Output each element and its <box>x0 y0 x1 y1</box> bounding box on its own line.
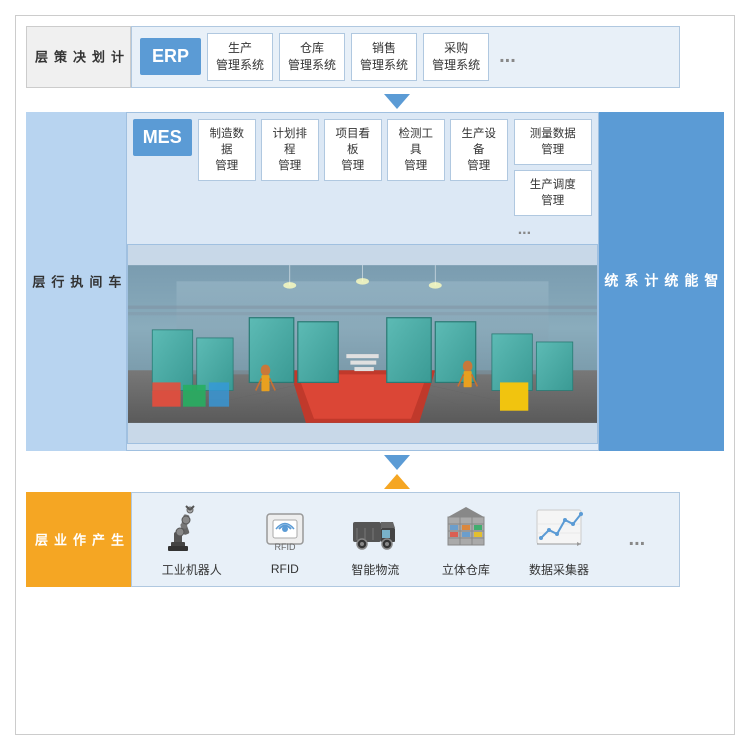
down-arrow-blue2 <box>384 455 410 470</box>
warehouse-label: 立体仓库 <box>442 561 490 578</box>
mes-module-3: 项目看板管理 <box>324 119 382 181</box>
production-dots: ... <box>625 528 650 551</box>
mes-module-5: 生产设备管理 <box>450 119 508 181</box>
datacollector-item: 数据采集器 <box>529 501 589 578</box>
plan-layer-row: 计划决策层 ERP 生产管理系统 仓库管理系统 销售管理系统 采购管理系统 ..… <box>26 26 724 88</box>
down-arrow-blue <box>384 94 410 109</box>
truck-label: 智能物流 <box>351 561 399 578</box>
erp-mes-arrow <box>26 94 724 109</box>
plan-layer-label: 计划决策层 <box>26 26 131 88</box>
mes-right-modules: 测量数据管理 生产调度管理 ... <box>514 119 592 239</box>
truck-item: 智能物流 <box>348 501 403 578</box>
truck-icon <box>348 501 403 556</box>
factory-svg <box>128 245 597 443</box>
warehouse-item: 立体仓库 <box>438 501 493 578</box>
main-container: 计划决策层 ERP 生产管理系统 仓库管理系统 销售管理系统 采购管理系统 ..… <box>15 15 735 735</box>
workshop-label: 车间执行层 <box>26 112 126 451</box>
mes-module-1: 制造数据管理 <box>198 119 256 181</box>
mes-right-module-2: 生产调度管理 <box>514 170 592 216</box>
right-spacer-bottom <box>680 492 724 587</box>
mes-module-4: 检测工具管理 <box>387 119 445 181</box>
right-spacer-top <box>680 26 724 88</box>
erp-module-3: 销售管理系统 <box>351 33 417 81</box>
mes-module-2: 计划排程管理 <box>261 119 319 181</box>
smart-stats-label: 智能统计系统 <box>599 112 724 451</box>
erp-module-2: 仓库管理系统 <box>279 33 345 81</box>
production-layer-row: 生产作业层 <box>26 492 724 587</box>
mes-top: MES 制造数据管理 计划排程管理 项目看板管理 检测工具管理 生产设备管理 测… <box>133 119 592 239</box>
erp-label: ERP <box>140 38 201 75</box>
mes-dots: ... <box>514 221 592 239</box>
robot-label: 工业机器人 <box>162 561 222 578</box>
workshop-row: 车间执行层 MES 制造数据管理 计划排程管理 项目看板管理 检测工具管理 生产… <box>26 112 724 451</box>
erp-dots: ... <box>495 45 520 68</box>
svg-text:RFID: RFID <box>274 542 295 552</box>
erp-content: ERP 生产管理系统 仓库管理系统 销售管理系统 采购管理系统 ... <box>131 26 680 88</box>
factory-scene-area <box>127 244 598 444</box>
rfid-item: RFID RFID <box>257 502 312 576</box>
up-arrow-orange <box>384 474 410 489</box>
bidirectional-arrow-row <box>26 455 724 489</box>
rfid-label: RFID <box>271 562 299 576</box>
erp-module-4: 采购管理系统 <box>423 33 489 81</box>
mes-label: MES <box>133 119 192 156</box>
production-layer-label: 生产作业层 <box>26 492 131 587</box>
erp-module-1: 生产管理系统 <box>207 33 273 81</box>
mes-right-module-1: 测量数据管理 <box>514 119 592 165</box>
warehouse-icon <box>438 501 493 556</box>
robot-item: 工业机器人 <box>162 501 222 578</box>
mes-modules: 制造数据管理 计划排程管理 项目看板管理 检测工具管理 生产设备管理 <box>198 119 508 181</box>
robot-icon <box>164 501 219 556</box>
datacollector-label: 数据采集器 <box>529 561 589 578</box>
bidirectional-arrows <box>384 455 410 489</box>
rfid-icon: RFID <box>257 502 312 557</box>
datacollector-icon <box>531 501 586 556</box>
production-content: 工业机器人 RFID RFI <box>131 492 680 587</box>
mes-area: MES 制造数据管理 计划排程管理 项目看板管理 检测工具管理 生产设备管理 测… <box>126 112 599 451</box>
